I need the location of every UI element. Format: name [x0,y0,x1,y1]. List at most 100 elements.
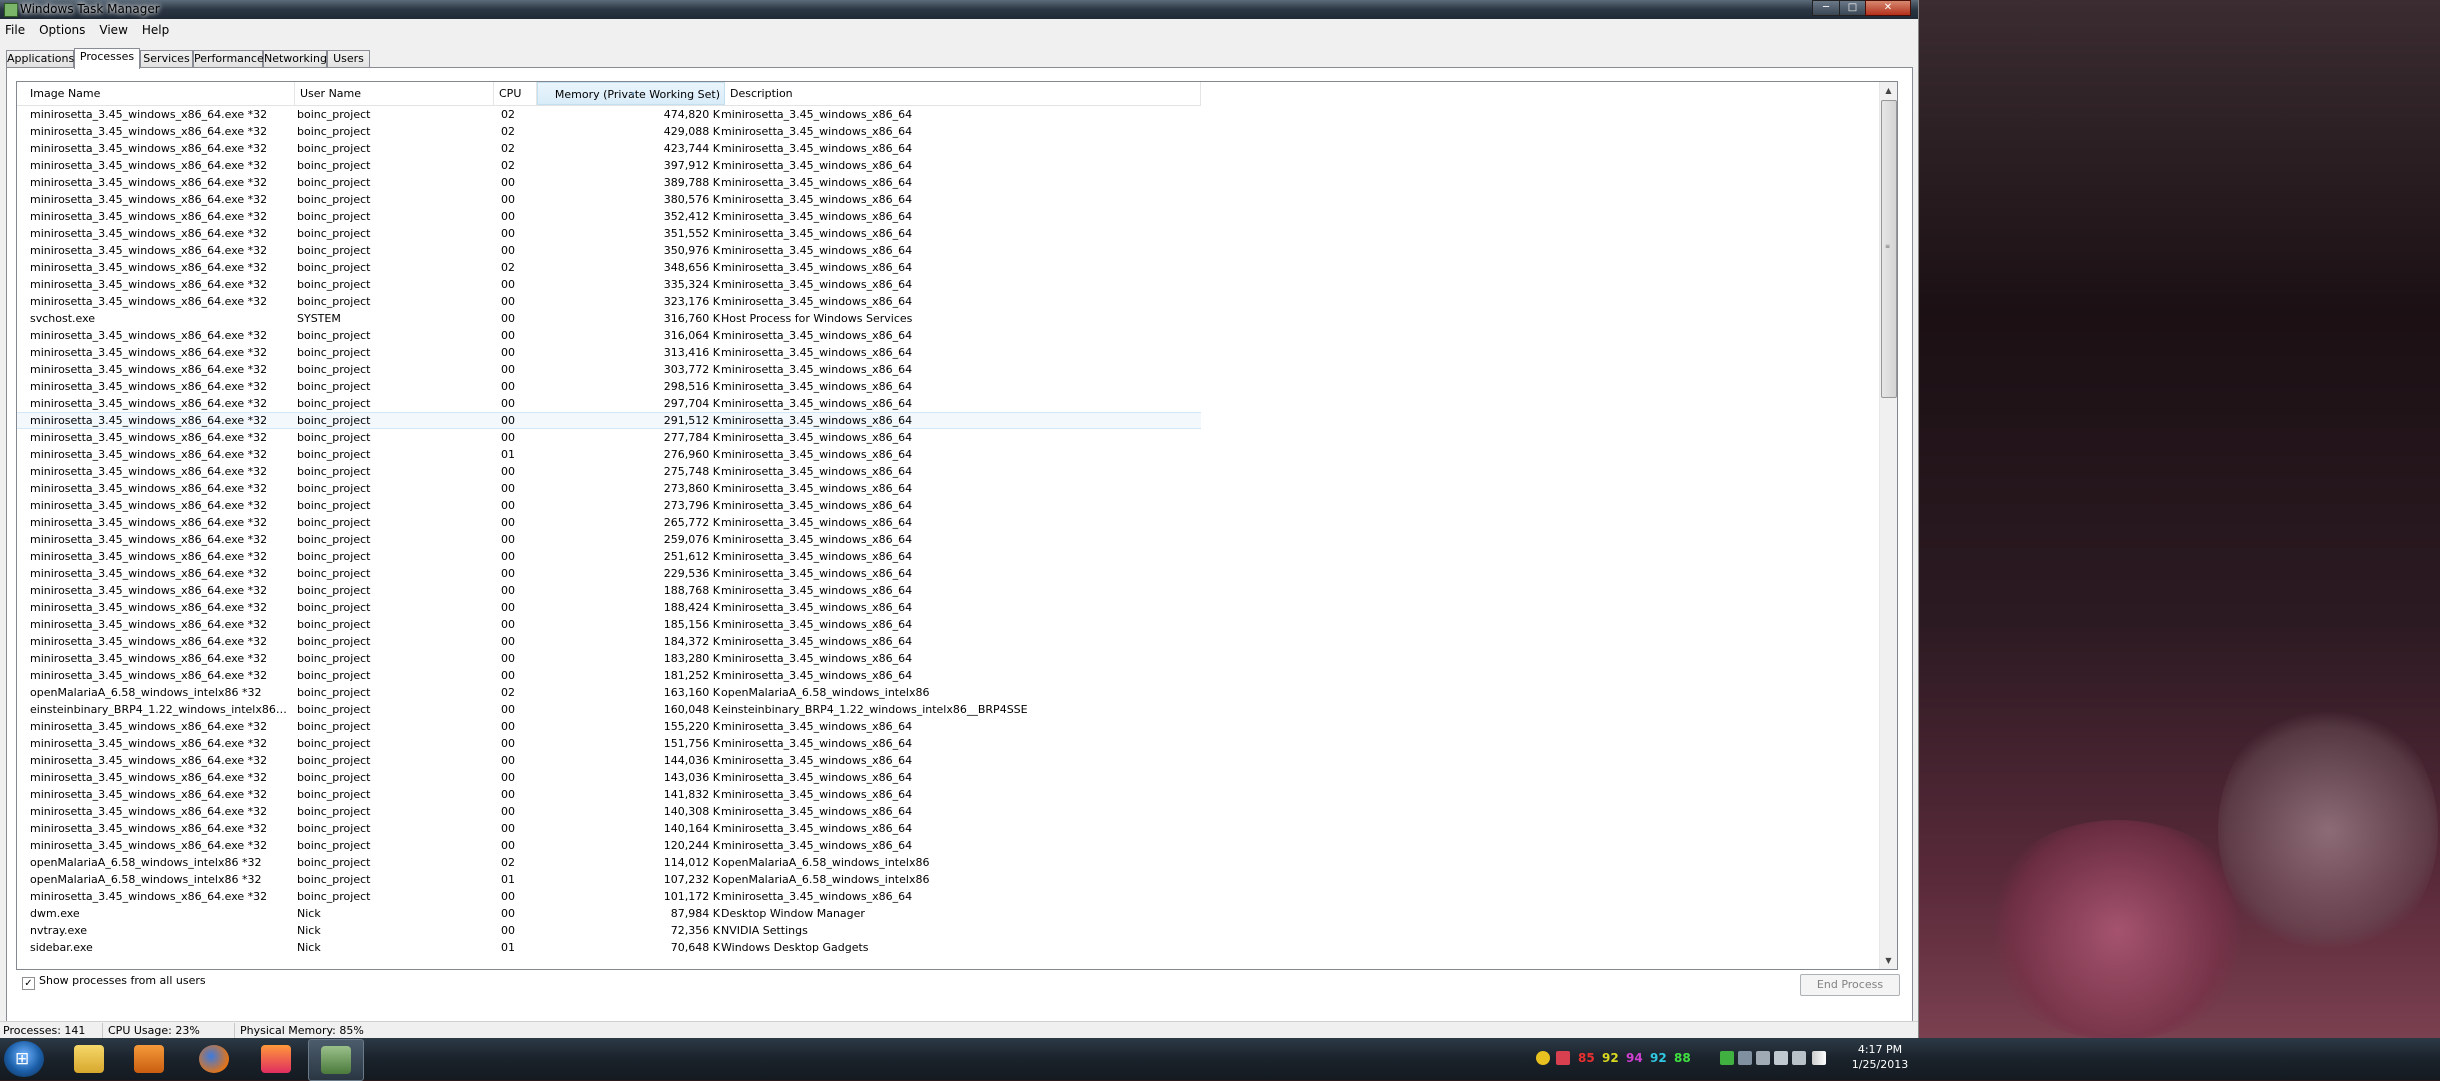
table-row[interactable]: minirosetta_3.45_windows_x86_64.exe *32 b… [17,752,1879,769]
table-row[interactable]: minirosetta_3.45_windows_x86_64.exe *32 b… [17,565,1879,582]
tab-processes[interactable]: Processes [74,48,140,69]
menu-view[interactable]: View [92,20,134,37]
table-row[interactable]: minirosetta_3.45_windows_x86_64.exe *32 b… [17,446,1879,463]
cell-cpu: 00 [501,805,515,818]
table-row[interactable]: minirosetta_3.45_windows_x86_64.exe *32 b… [17,616,1879,633]
table-row[interactable]: dwm.exe Nick 00 87,984 K Desktop Window Mana… [17,905,1879,922]
table-row[interactable]: minirosetta_3.45_windows_x86_64.exe *32 b… [17,837,1879,854]
process-list[interactable]: Image Name User Name CPU ▾ Memory (Priva… [16,81,1898,970]
cell-description: minirosetta_3.45_windows_x86_64 [721,448,913,461]
table-row[interactable]: sidebar.exe Nick 01 70,648 K Windows Desktop… [17,939,1879,956]
cell-cpu: 00 [501,788,515,801]
tab-performance[interactable]: Performance [193,50,264,68]
table-row[interactable]: nvtray.exe Nick 00 72,356 K NVIDIA Settings [17,922,1879,939]
tab-users[interactable]: Users [327,50,370,68]
table-row[interactable]: minirosetta_3.45_windows_x86_64.exe *32 b… [17,225,1879,242]
taskbar-explorer[interactable] [62,1039,116,1079]
minimize-button[interactable]: ─ [1812,0,1840,16]
clock[interactable]: 4:17 PM 1/25/2013 [1850,1042,1910,1072]
network-signal-icon[interactable] [1812,1051,1826,1065]
table-row[interactable]: minirosetta_3.45_windows_x86_64.exe *32 b… [17,718,1879,735]
volume-icon[interactable] [1792,1051,1806,1065]
menu-options[interactable]: Options [32,20,92,37]
end-process-button[interactable]: End Process [1800,974,1900,996]
table-row[interactable]: minirosetta_3.45_windows_x86_64.exe *32 b… [17,769,1879,786]
column-user-name[interactable]: User Name [295,82,494,105]
table-row[interactable]: openMalariaA_6.58_windows_intelx86 *32 bo… [17,854,1879,871]
temp-readout: 94 [1626,1051,1643,1065]
table-row[interactable]: einsteinbinary_BRP4_1.22_windows_intelx8… [17,701,1879,718]
table-row[interactable]: minirosetta_3.45_windows_x86_64.exe *32 b… [17,650,1879,667]
start-button[interactable]: ⊞ [4,1041,44,1077]
scroll-up-arrow-icon[interactable]: ▲ [1880,82,1897,99]
tray-device-icon[interactable] [1738,1051,1752,1065]
table-row[interactable]: minirosetta_3.45_windows_x86_64.exe *32 b… [17,548,1879,565]
table-row[interactable]: minirosetta_3.45_windows_x86_64.exe *32 b… [17,242,1879,259]
tab-services[interactable]: Services [140,50,193,68]
cell-description: Desktop Window Manager [721,907,865,920]
tray-app-icon[interactable] [1536,1051,1550,1065]
table-row[interactable]: minirosetta_3.45_windows_x86_64.exe *32 b… [17,463,1879,480]
table-row[interactable]: minirosetta_3.45_windows_x86_64.exe *32 b… [17,480,1879,497]
table-row[interactable]: minirosetta_3.45_windows_x86_64.exe *32 b… [17,395,1879,412]
tray-green-icon[interactable] [1720,1051,1734,1065]
menu-file[interactable]: File [0,20,32,37]
table-row[interactable]: openMalariaA_6.58_windows_intelx86 *32 bo… [17,684,1879,701]
cell-cpu: 00 [501,618,515,631]
table-row[interactable]: minirosetta_3.45_windows_x86_64.exe *32 b… [17,633,1879,650]
menu-help[interactable]: Help [135,20,176,37]
column-cpu[interactable]: CPU [494,82,537,105]
table-row[interactable]: minirosetta_3.45_windows_x86_64.exe *32 b… [17,786,1879,803]
taskbar-firefox[interactable] [187,1039,241,1079]
close-button[interactable]: ✕ [1865,0,1911,16]
table-row[interactable]: minirosetta_3.45_windows_x86_64.exe *32 b… [17,106,1879,123]
tab-networking[interactable]: Networking [263,50,327,68]
table-row[interactable]: minirosetta_3.45_windows_x86_64.exe *32 b… [17,667,1879,684]
table-row[interactable]: openMalariaA_6.58_windows_intelx86 *32 bo… [17,871,1879,888]
scroll-down-arrow-icon[interactable]: ▼ [1880,952,1897,969]
scroll-thumb[interactable]: ≡ [1881,100,1897,398]
table-row[interactable]: minirosetta_3.45_windows_x86_64.exe *32 b… [17,497,1879,514]
show-all-processes-option[interactable]: ✓ Show processes from all users [22,974,206,990]
table-row[interactable]: minirosetta_3.45_windows_x86_64.exe *32 b… [17,735,1879,752]
table-row[interactable]: minirosetta_3.45_windows_x86_64.exe *32 b… [17,259,1879,276]
table-row[interactable]: minirosetta_3.45_windows_x86_64.exe *32 b… [17,293,1879,310]
table-row[interactable]: minirosetta_3.45_windows_x86_64.exe *32 b… [17,344,1879,361]
tray-monitor-icon[interactable] [1756,1051,1770,1065]
taskbar-flame-app[interactable] [249,1039,303,1079]
taskbar-task-manager[interactable] [308,1039,364,1081]
table-row[interactable]: minirosetta_3.45_windows_x86_64.exe *32 b… [17,412,1201,429]
table-row[interactable]: minirosetta_3.45_windows_x86_64.exe *32 b… [17,191,1879,208]
status-divider [234,1023,235,1038]
tab-applications[interactable]: Applications [6,50,74,68]
cell-user-name: boinc_project [297,159,371,172]
table-row[interactable]: minirosetta_3.45_windows_x86_64.exe *32 b… [17,157,1879,174]
column-image-name[interactable]: Image Name [25,82,295,105]
table-row[interactable]: minirosetta_3.45_windows_x86_64.exe *32 b… [17,582,1879,599]
column-memory[interactable]: ▾ Memory (Private Working Set) [537,82,725,105]
tray-flag-icon[interactable] [1774,1051,1788,1065]
table-row[interactable]: minirosetta_3.45_windows_x86_64.exe *32 b… [17,123,1879,140]
table-row[interactable]: minirosetta_3.45_windows_x86_64.exe *32 b… [17,888,1879,905]
table-row[interactable]: minirosetta_3.45_windows_x86_64.exe *32 b… [17,803,1879,820]
table-row[interactable]: minirosetta_3.45_windows_x86_64.exe *32 b… [17,140,1879,157]
title-bar[interactable]: Windows Task Manager ─ □ ✕ [0,0,1918,19]
table-row[interactable]: minirosetta_3.45_windows_x86_64.exe *32 b… [17,361,1879,378]
table-row[interactable]: svchost.exe SYSTEM 00 316,760 K Host Process… [17,310,1879,327]
table-row[interactable]: minirosetta_3.45_windows_x86_64.exe *32 b… [17,208,1879,225]
tray-flame-icon[interactable] [1556,1051,1570,1065]
maximize-button[interactable]: □ [1839,0,1866,16]
show-all-checkbox[interactable]: ✓ [22,977,35,990]
table-row[interactable]: minirosetta_3.45_windows_x86_64.exe *32 b… [17,599,1879,616]
vertical-scrollbar[interactable]: ▲ ≡ ▼ [1879,82,1897,969]
table-row[interactable]: minirosetta_3.45_windows_x86_64.exe *32 b… [17,531,1879,548]
table-row[interactable]: minirosetta_3.45_windows_x86_64.exe *32 b… [17,174,1879,191]
taskbar-media-player[interactable] [122,1039,176,1079]
column-description[interactable]: Description [725,82,1201,105]
table-row[interactable]: minirosetta_3.45_windows_x86_64.exe *32 b… [17,820,1879,837]
table-row[interactable]: minirosetta_3.45_windows_x86_64.exe *32 b… [17,378,1879,395]
table-row[interactable]: minirosetta_3.45_windows_x86_64.exe *32 b… [17,514,1879,531]
table-row[interactable]: minirosetta_3.45_windows_x86_64.exe *32 b… [17,429,1879,446]
table-row[interactable]: minirosetta_3.45_windows_x86_64.exe *32 b… [17,327,1879,344]
table-row[interactable]: minirosetta_3.45_windows_x86_64.exe *32 b… [17,276,1879,293]
